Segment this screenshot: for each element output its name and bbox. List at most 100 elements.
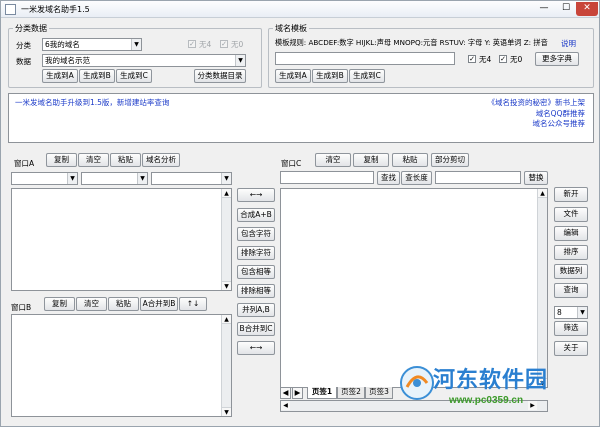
watermark-url: www.pc0359.cn (449, 395, 524, 406)
template-check4-label: 无4 (479, 55, 492, 64)
replace-input[interactable] (435, 171, 521, 184)
replace-button[interactable]: 替换 (524, 171, 548, 185)
more-dict-button[interactable]: 更多字典 (535, 52, 579, 66)
category-check0[interactable]: ✓ (220, 40, 228, 48)
scroll-up-icon[interactable]: ▲ (538, 189, 547, 198)
data-label: 数据 (16, 57, 31, 66)
scroll-down-icon[interactable]: ▼ (222, 281, 231, 290)
data-select-value: 我的域名示范 (45, 56, 90, 65)
window-a-textarea[interactable]: ▲ ▼ (11, 188, 232, 291)
combine-ab-button[interactable]: 合成A+B (237, 208, 275, 222)
scroll-down-icon[interactable]: ▼ (222, 407, 231, 416)
notice-panel: 一米发域名助手升级到1.5版，新增建站率查询 《域名投资的秘密》新书上架 域名Q… (8, 93, 594, 143)
chevron-down-icon: ▼ (137, 173, 147, 184)
category-gen-b-button[interactable]: 生成到B (79, 69, 115, 83)
notice-upgrade[interactable]: 一米发域名助手升级到1.5版，新增建站率查询 (15, 97, 169, 108)
template-check0[interactable]: ✓ (499, 55, 507, 63)
watermark-brand: 河东软件园 (433, 367, 549, 393)
window-b-copy-button[interactable]: 复制 (44, 297, 75, 311)
exclude-same-button[interactable]: 排除相等 (237, 284, 275, 298)
window-b-paste-button[interactable]: 粘贴 (108, 297, 139, 311)
window-a-filter-3[interactable]: ▼ (151, 172, 232, 185)
template-group-title: 域名模板 (273, 23, 309, 34)
window-c-paste-button[interactable]: 粘贴 (392, 153, 428, 167)
find-button[interactable]: 查找 (377, 171, 400, 185)
merge-bc-button[interactable]: B合并到C (237, 322, 275, 336)
category-check4[interactable]: ✓ (188, 40, 196, 48)
window-c-scrollbar[interactable]: ▲ ▼ (537, 189, 547, 387)
scroll-up-icon[interactable]: ▲ (222, 189, 231, 198)
window-a-filter-1[interactable]: ▼ (11, 172, 78, 185)
window-title: 一米发域名助手1.5 (21, 5, 90, 14)
data-select[interactable]: 我的域名示范 ▼ (42, 54, 246, 67)
template-check0-label: 无0 (510, 55, 523, 64)
window-a-clear-button[interactable]: 清空 (78, 153, 109, 167)
category-select[interactable]: 6我的域名 ▼ (42, 38, 142, 51)
contains-char-button[interactable]: 包含字符 (237, 227, 275, 241)
find-input[interactable] (280, 171, 374, 184)
category-label: 分类 (16, 41, 31, 50)
query-button[interactable]: 查询 (554, 283, 588, 298)
window-b-clear-button[interactable]: 清空 (76, 297, 107, 311)
exclude-char-button[interactable]: 排除字符 (237, 246, 275, 260)
file-button[interactable]: 文件 (554, 207, 588, 222)
category-gen-c-button[interactable]: 生成到C (116, 69, 152, 83)
category-check4-label: 无4 (199, 40, 212, 49)
tab-prev-icon[interactable]: ◀ (280, 387, 291, 399)
category-dir-button[interactable]: 分类数据目录 (194, 69, 246, 83)
template-input[interactable] (275, 52, 455, 65)
sort-button[interactable]: 排序 (554, 245, 588, 260)
template-rules: 模板规则: ABCDEF:数字 HIJKL:声母 MNOPQ:元音 RSTUV:… (275, 38, 548, 47)
tab-page-3[interactable]: 页签3 (365, 387, 393, 399)
tab-page-1[interactable]: 页签1 (307, 387, 337, 399)
template-check4[interactable]: ✓ (468, 55, 476, 63)
scroll-left-icon[interactable]: ◀ (281, 401, 290, 410)
app-window: 一米发域名助手1.5 — ☐ ✕ 分类数据 分类 6我的域名 ▼ ✓ 无4 ✓ … (0, 0, 600, 427)
window-c-label: 窗口C (281, 159, 302, 168)
swap-bottom-button[interactable]: ←→ (237, 341, 275, 355)
window-a-filter-2[interactable]: ▼ (81, 172, 148, 185)
swap-top-button[interactable]: ←→ (237, 188, 275, 202)
find-length-button[interactable]: 查长度 (401, 171, 432, 185)
filter-button[interactable]: 筛选 (554, 321, 588, 336)
template-gen-a-button[interactable]: 生成到A (275, 69, 311, 83)
notice-book[interactable]: 《域名投资的秘密》新书上架 (488, 97, 586, 108)
window-c-copy-button[interactable]: 复制 (353, 153, 389, 167)
window-a-scrollbar[interactable]: ▲ ▼ (221, 189, 231, 290)
window-a-analyze-button[interactable]: 域名分析 (142, 153, 180, 167)
maximize-button[interactable]: ☐ (555, 2, 577, 16)
tab-next-icon[interactable]: ▶ (292, 387, 303, 399)
window-c-clear-button[interactable]: 清空 (315, 153, 351, 167)
window-b-textarea[interactable]: ▲ ▼ (11, 314, 232, 417)
template-gen-c-button[interactable]: 生成到C (349, 69, 385, 83)
notice-wechat[interactable]: 域名公众号推荐 (533, 118, 586, 129)
window-a-copy-button[interactable]: 复制 (46, 153, 77, 167)
scroll-right-icon[interactable]: ▶ (528, 401, 537, 410)
close-button[interactable]: ✕ (576, 2, 598, 16)
chevron-down-icon: ▼ (577, 307, 587, 318)
minimize-button[interactable]: — (533, 2, 555, 16)
count-select[interactable]: 8 ▼ (554, 306, 588, 319)
window-b-merge-button[interactable]: A合并到B (140, 297, 178, 311)
window-b-updown-button[interactable]: ↑↓ (179, 297, 207, 311)
count-select-value: 8 (557, 308, 562, 317)
window-b-label: 窗口B (11, 303, 32, 312)
scroll-up-icon[interactable]: ▲ (222, 315, 231, 324)
app-icon (5, 4, 16, 15)
category-group-title: 分类数据 (13, 23, 49, 34)
template-help-link[interactable]: 说明 (561, 38, 576, 49)
template-gen-b-button[interactable]: 生成到B (312, 69, 348, 83)
edit-button[interactable]: 编辑 (554, 226, 588, 241)
about-button[interactable]: 关于 (554, 341, 588, 356)
window-b-scrollbar[interactable]: ▲ ▼ (221, 315, 231, 416)
title-bar: 一米发域名助手1.5 — ☐ ✕ (1, 1, 599, 18)
data-column-button[interactable]: 数据列 (554, 264, 588, 279)
category-gen-a-button[interactable]: 生成到A (42, 69, 78, 83)
join-ab-button[interactable]: 并列A,B (237, 303, 275, 317)
window-a-paste-button[interactable]: 粘贴 (110, 153, 141, 167)
tab-page-2[interactable]: 页签2 (337, 387, 365, 399)
window-c-cut-button[interactable]: 部分剪切 (431, 153, 469, 167)
contains-same-button[interactable]: 包含相等 (237, 265, 275, 279)
new-button[interactable]: 新开 (554, 187, 588, 202)
window-c-textarea[interactable]: ▲ ▼ (280, 188, 548, 388)
